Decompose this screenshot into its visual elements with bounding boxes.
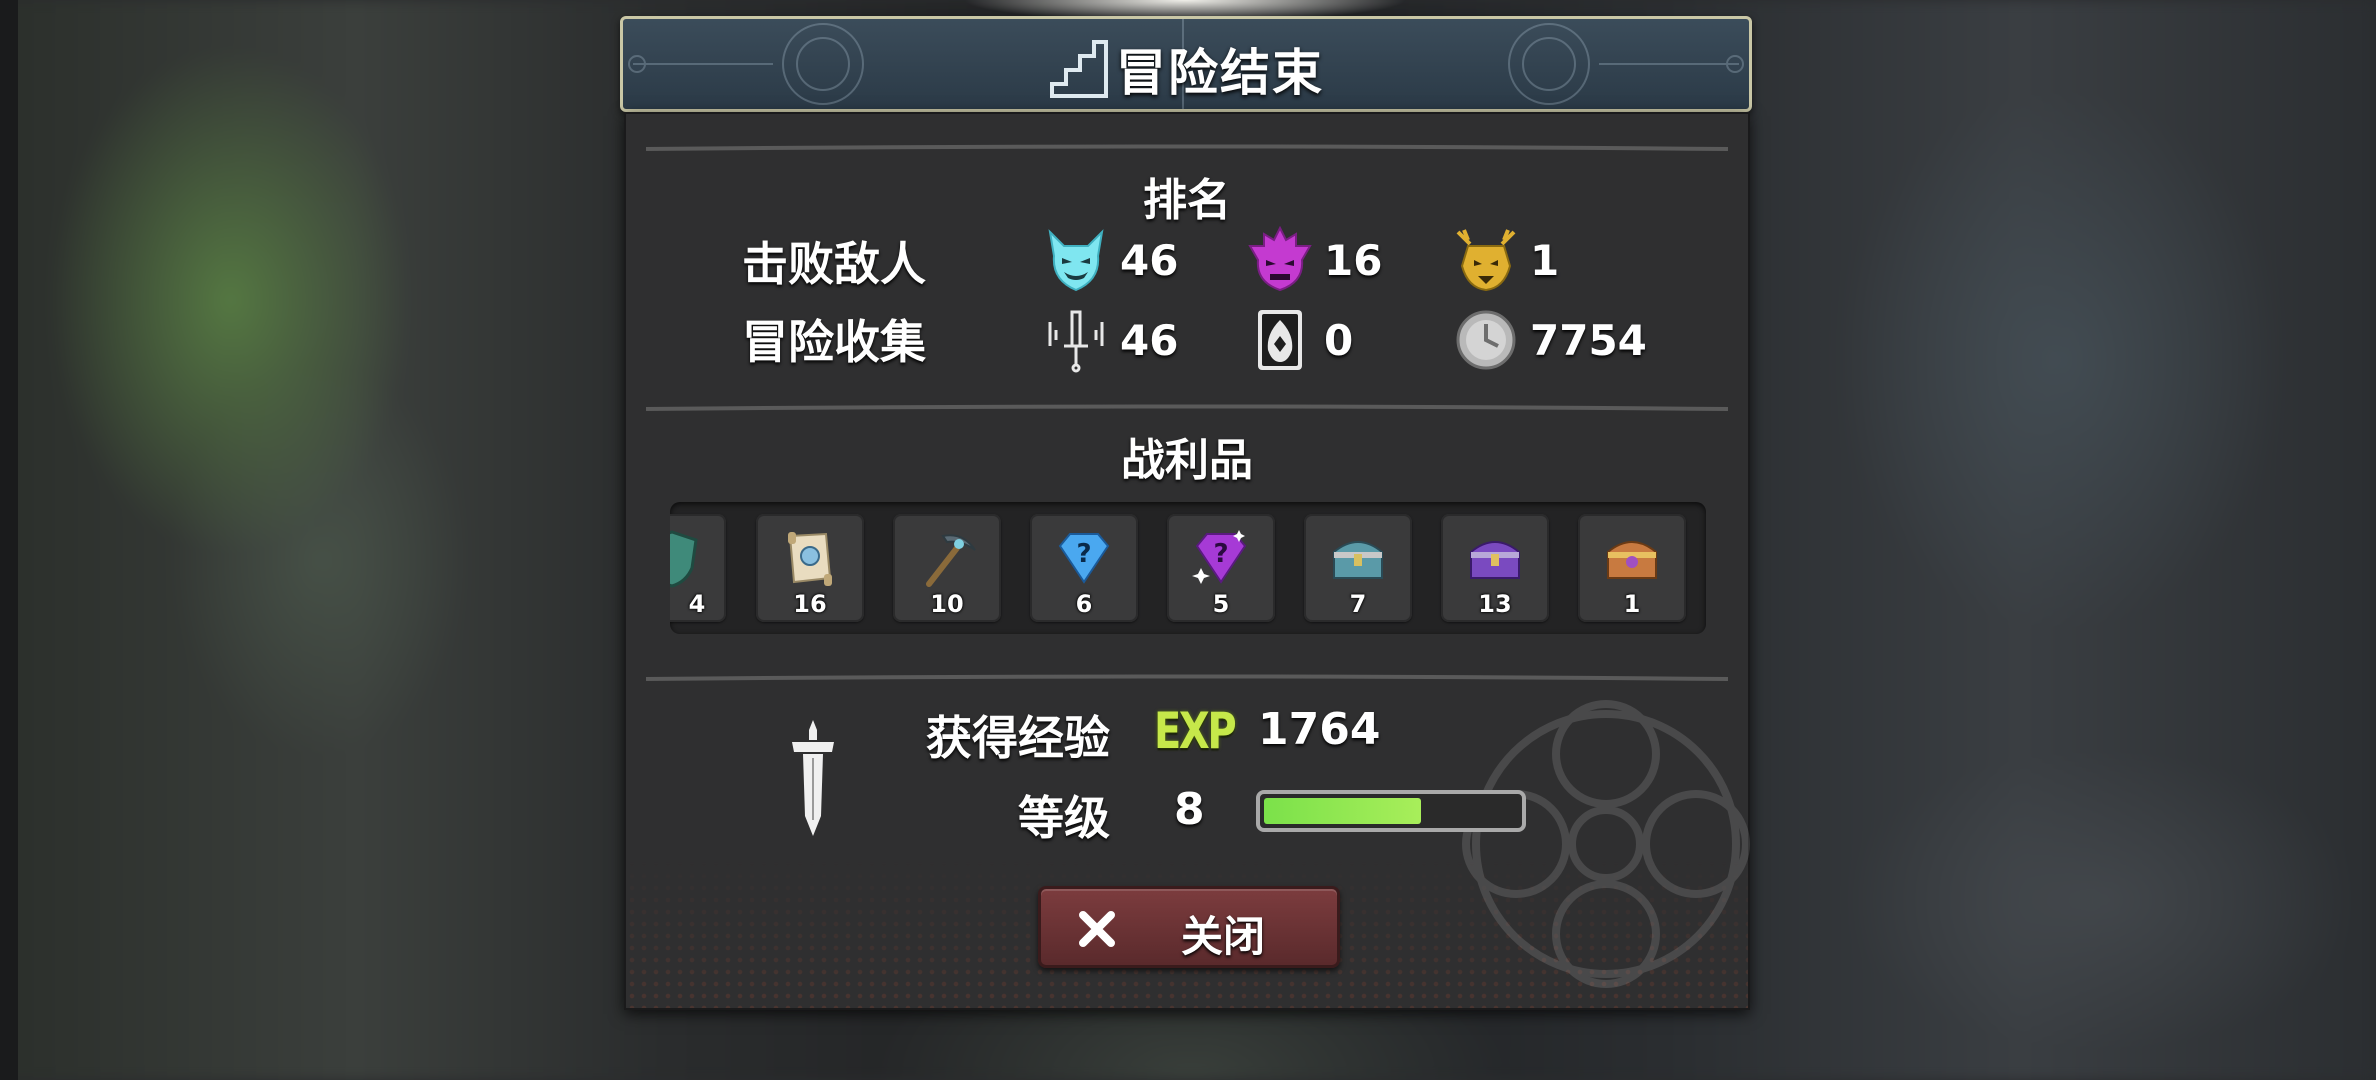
purple-demon-stat: 16 [1246,226,1382,294]
cyan-demon-icon [1048,229,1104,292]
level-progress-bar [1256,790,1526,832]
loot-slot[interactable]: 16 [756,514,864,622]
silver-coin-count: 7754 [1530,315,1647,365]
defeated-enemies-label: 击败敌人 [742,237,926,291]
purple-demon-icon [1248,226,1312,292]
results-panel: 排名 击败敌人 冒险收集 46 16 1 46 0 7754 战利品 4 16 … [624,112,1750,1010]
loot-slot[interactable]: 7 [1304,514,1412,622]
stairs-icon [1050,40,1108,98]
gold-chest-icon [1607,541,1657,579]
page-title: 冒险结束 [1116,44,1324,102]
sword-shrine-icon [1048,310,1104,373]
silver-coin-icon [1456,310,1516,370]
divider [646,404,1728,412]
cyan-demon-count: 46 [1120,235,1179,285]
adventure-collect-label: 冒险收集 [742,315,926,369]
egg-card-icon [1258,310,1302,370]
loot-count: 7 [1349,590,1367,618]
exp-value: 1764 [1258,704,1381,755]
level-value: 8 [1174,784,1205,835]
loot-count: 13 [1478,590,1512,618]
purple-chest-icon [1470,541,1520,579]
silver-coin-stat: 7754 [1452,306,1647,374]
egg-card-count: 0 [1324,315,1354,365]
loot-count: 5 [1212,590,1230,618]
loot-count: 6 [1075,590,1093,618]
loot-slot[interactable]: ? 5 [1167,514,1275,622]
loot-slot[interactable]: 1 [1578,514,1686,622]
gold-dragon-count: 1 [1530,235,1560,285]
title-banner: 冒险结束 [620,16,1752,112]
loot-slot[interactable]: ? 6 [1030,514,1138,622]
green-shield-icon [670,530,698,588]
pickaxe-icon [926,534,976,587]
exp-badge: EXP [1154,702,1237,760]
teal-chest-icon [1333,541,1383,579]
level-label: 等级 [1018,791,1110,845]
scroll-map-icon [788,532,832,586]
svg-text:?: ? [1076,539,1091,569]
loot-count: 1 [1623,590,1641,618]
loot-count: 16 [793,590,827,618]
blue-mystery-gem-icon: ? [1058,533,1110,584]
close-button[interactable]: 关闭 [1038,886,1340,968]
loot-scroll-strip[interactable]: 4 16 10 ? 6 ? 5 7 13 1 [670,502,1706,634]
close-icon [1079,911,1115,947]
loot-count: 10 [930,590,964,618]
divider [646,144,1728,152]
gold-dragon-stat: 1 [1452,226,1559,294]
loot-slot[interactable]: 13 [1441,514,1549,622]
loot-slot[interactable]: 4 [670,514,726,622]
purple-mystery-gem-icon: ? [1192,530,1247,584]
level-progress-fill [1264,798,1421,824]
sword-icon [792,720,834,836]
sword-shrine-count: 46 [1120,315,1179,365]
svg-text:?: ? [1213,539,1228,569]
divider [646,674,1728,682]
purple-demon-count: 16 [1324,235,1383,285]
gold-dragon-icon [1456,229,1516,292]
loot-title: 战利品 [1121,435,1253,486]
egg-card-stat: 0 [1246,306,1353,374]
ornament-emblem [1462,700,1750,988]
loot-count: 4 [688,590,706,618]
loot-slot[interactable]: 10 [893,514,1001,622]
exp-gained-label: 获得经验 [926,711,1110,765]
screen-edge [0,0,18,1080]
sword-shrine-stat: 46 [1042,306,1178,374]
cyan-demon-stat: 46 [1042,226,1178,294]
close-button-label: 关闭 [1181,912,1266,961]
ranking-title: 排名 [1143,175,1231,226]
